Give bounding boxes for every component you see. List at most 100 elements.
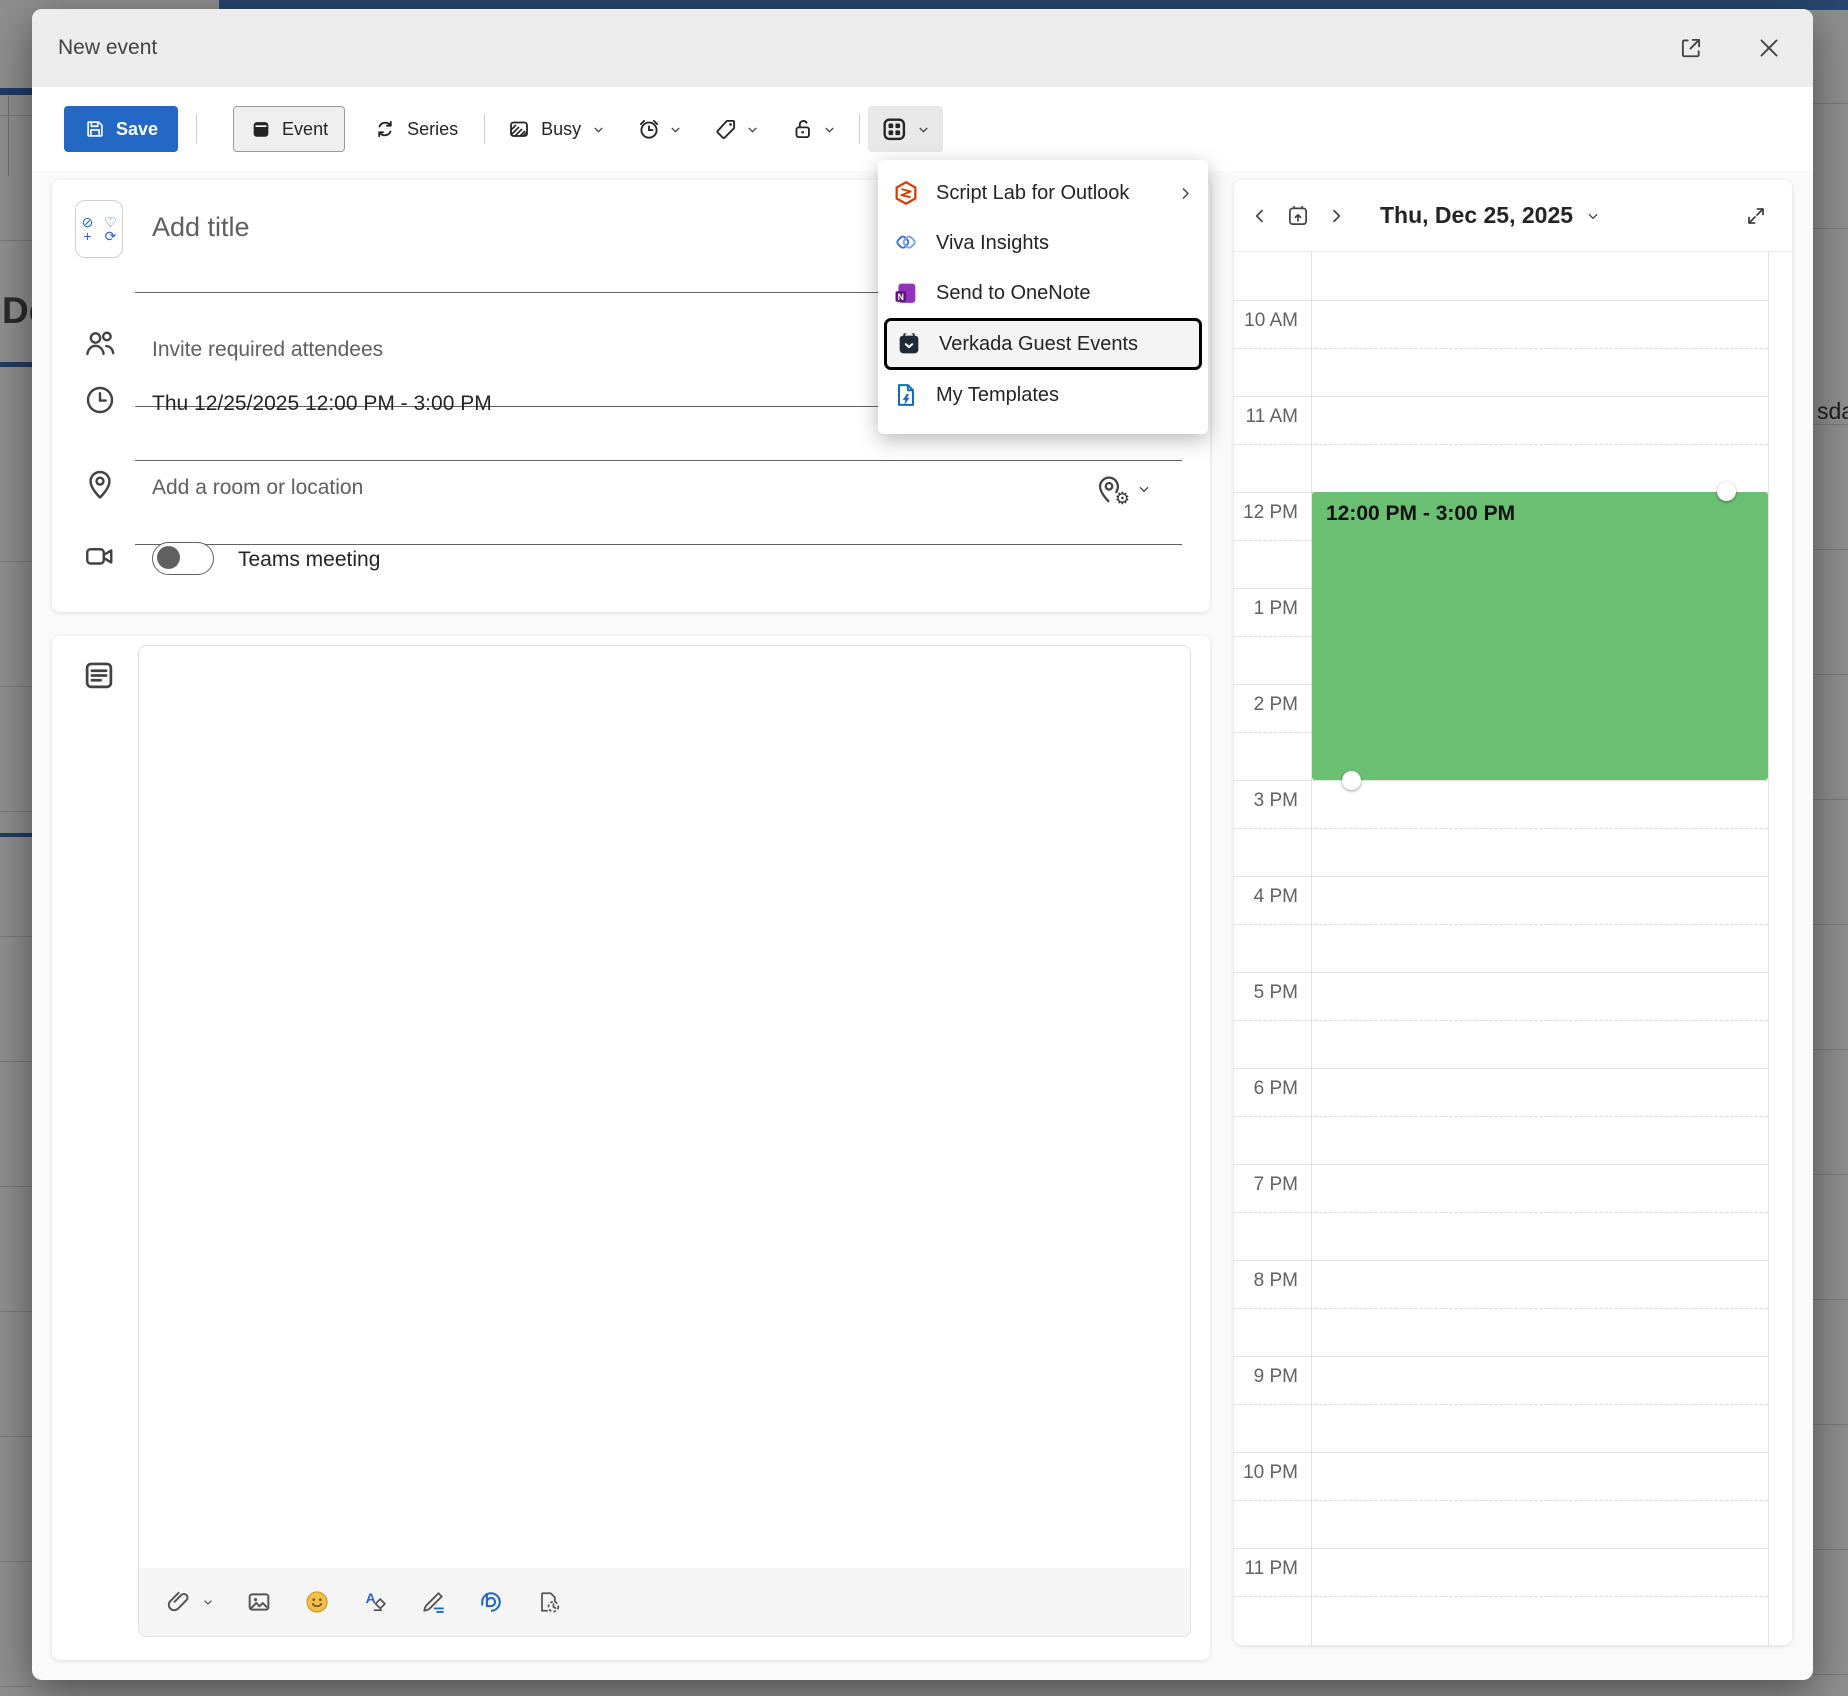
half-hour-gridline bbox=[1234, 1116, 1768, 1117]
hour-gridline bbox=[1234, 1164, 1768, 1165]
chevron-down-icon bbox=[591, 122, 606, 137]
show-as-busy-dropdown[interactable]: Busy bbox=[495, 106, 618, 152]
chevron-down-icon bbox=[916, 122, 931, 137]
editor-format-toolbar: A bbox=[139, 1568, 1190, 1636]
close-icon[interactable] bbox=[1747, 26, 1791, 70]
half-hour-gridline bbox=[1234, 828, 1768, 829]
menu-item-viva-insights[interactable]: Viva Insights bbox=[878, 218, 1208, 268]
hour-label: 6 PM bbox=[1234, 1078, 1298, 1100]
menu-item-verkada-guest-events[interactable]: Verkada Guest Events bbox=[884, 318, 1202, 370]
series-icon bbox=[373, 117, 397, 141]
chevron-down-icon bbox=[822, 122, 837, 137]
hour-label: 3 PM bbox=[1234, 790, 1298, 812]
half-hour-gridline bbox=[1234, 348, 1768, 349]
notes-icon bbox=[80, 656, 118, 694]
chevron-down-icon bbox=[1136, 481, 1152, 497]
attendees-input[interactable]: Invite required attendees bbox=[152, 338, 383, 362]
video-camera-icon bbox=[82, 538, 118, 574]
hour-gridline bbox=[1234, 972, 1768, 973]
save-icon bbox=[84, 118, 106, 140]
insert-image-icon[interactable] bbox=[245, 1588, 273, 1616]
my-templates-icon bbox=[892, 381, 920, 409]
event-toolbar: Save Event Series Busy bbox=[32, 87, 1813, 171]
series-button[interactable]: Series bbox=[361, 106, 470, 152]
emoji-icon[interactable] bbox=[303, 1588, 331, 1616]
half-hour-gridline bbox=[1234, 1212, 1768, 1213]
teams-meeting-toggle[interactable] bbox=[152, 542, 214, 575]
event-icon bbox=[250, 118, 272, 140]
toggle-knob bbox=[157, 546, 180, 569]
hour-gridline bbox=[1234, 396, 1768, 397]
attach-file-dropdown[interactable] bbox=[165, 1588, 215, 1616]
half-hour-gridline bbox=[1234, 444, 1768, 445]
chevron-down-icon bbox=[668, 122, 683, 137]
hour-gridline bbox=[1234, 1548, 1768, 1549]
location-settings-icon: ⚙ bbox=[1092, 472, 1126, 506]
day-preview-panel: Thu, Dec 25, 2025 10 AM11 AM12 PM1 PM2 P… bbox=[1234, 180, 1792, 1645]
go-to-today-icon[interactable] bbox=[1278, 194, 1318, 238]
private-lock-dropdown[interactable] bbox=[780, 106, 847, 152]
hour-label: 12 PM bbox=[1234, 502, 1298, 524]
dialog-title: New event bbox=[58, 36, 157, 60]
reminder-dropdown[interactable] bbox=[626, 106, 693, 152]
event-type-button[interactable]: Event bbox=[233, 106, 345, 152]
field-divider bbox=[135, 460, 1182, 461]
hour-label: 11 PM bbox=[1234, 1558, 1298, 1580]
datetime-field[interactable]: Thu 12/25/2025 12:00 PM - 3:00 PM bbox=[152, 392, 492, 416]
screen: De sda New event Save bbox=[0, 0, 1848, 1696]
category-tag-icon bbox=[713, 116, 739, 142]
event-resize-handle-bottom[interactable] bbox=[1342, 771, 1361, 790]
location-input[interactable]: Add a room or location bbox=[152, 476, 363, 500]
scheduling-poll-icon[interactable] bbox=[535, 1588, 563, 1616]
draw-pen-icon[interactable] bbox=[419, 1588, 447, 1616]
busy-label: Busy bbox=[541, 119, 581, 140]
menu-item-script-lab-for-outlook[interactable]: Script Lab for Outlook bbox=[878, 168, 1208, 218]
half-hour-gridline bbox=[1234, 1308, 1768, 1309]
event-resize-handle-top[interactable] bbox=[1717, 482, 1736, 501]
calendar-event-block[interactable]: 12:00 PM - 3:00 PM bbox=[1312, 492, 1768, 780]
background-weekday-fragment: sda bbox=[1817, 398, 1848, 425]
half-hour-gridline bbox=[1234, 1596, 1768, 1597]
gear-glyph: ⚙ bbox=[1115, 489, 1130, 509]
save-label: Save bbox=[116, 119, 158, 140]
date-picker-dropdown[interactable]: Thu, Dec 25, 2025 bbox=[1380, 202, 1601, 229]
expand-panel-icon[interactable] bbox=[1734, 194, 1778, 238]
half-hour-gridline bbox=[1234, 1500, 1768, 1501]
background-accent-bar bbox=[0, 88, 32, 95]
previous-day-icon[interactable] bbox=[1242, 194, 1278, 238]
clear-formatting-icon[interactable]: A bbox=[361, 1588, 389, 1616]
emoji-category-picker-button[interactable]: ⊘♡+⟳ bbox=[75, 200, 123, 258]
background-left-calendar-strip bbox=[0, 0, 32, 1696]
sync-glyph: ⟳ bbox=[105, 229, 117, 243]
hour-label: 8 PM bbox=[1234, 1270, 1298, 1292]
menu-item-my-templates[interactable]: My Templates bbox=[878, 370, 1208, 420]
title-input[interactable]: Add title bbox=[152, 212, 250, 243]
script-lab-icon bbox=[892, 179, 920, 207]
next-day-icon[interactable] bbox=[1318, 194, 1354, 238]
hour-label: 10 PM bbox=[1234, 1462, 1298, 1484]
description-editor[interactable]: A bbox=[138, 645, 1191, 1637]
menu-item-label: Verkada Guest Events bbox=[939, 333, 1191, 356]
hour-label: 10 AM bbox=[1234, 310, 1298, 332]
location-settings-dropdown[interactable]: ⚙ bbox=[1092, 472, 1152, 506]
hour-gridline bbox=[1234, 1452, 1768, 1453]
event-description-card: A bbox=[52, 636, 1210, 1660]
save-button[interactable]: Save bbox=[64, 106, 178, 152]
attendees-people-icon bbox=[82, 326, 118, 362]
hour-label: 5 PM bbox=[1234, 982, 1298, 1004]
plus-glyph: + bbox=[83, 229, 91, 243]
open-in-new-window-icon[interactable] bbox=[1669, 26, 1713, 70]
menu-item-label: Script Lab for Outlook bbox=[936, 182, 1161, 205]
menu-item-send-to-onenote[interactable]: NSend to OneNote bbox=[878, 268, 1208, 318]
hour-gridline bbox=[1234, 1260, 1768, 1261]
series-label: Series bbox=[407, 119, 458, 140]
category-tag-dropdown[interactable] bbox=[703, 106, 770, 152]
menu-item-label: Viva Insights bbox=[936, 232, 1194, 255]
menu-item-label: Send to OneNote bbox=[936, 282, 1194, 305]
circle-slash-glyph: ⊘ bbox=[82, 215, 94, 229]
apps-dropdown[interactable] bbox=[868, 106, 943, 152]
half-hour-gridline bbox=[1234, 1404, 1768, 1405]
hour-gridline bbox=[1234, 1068, 1768, 1069]
half-hour-gridline bbox=[1234, 1020, 1768, 1021]
loop-component-icon[interactable] bbox=[477, 1588, 505, 1616]
